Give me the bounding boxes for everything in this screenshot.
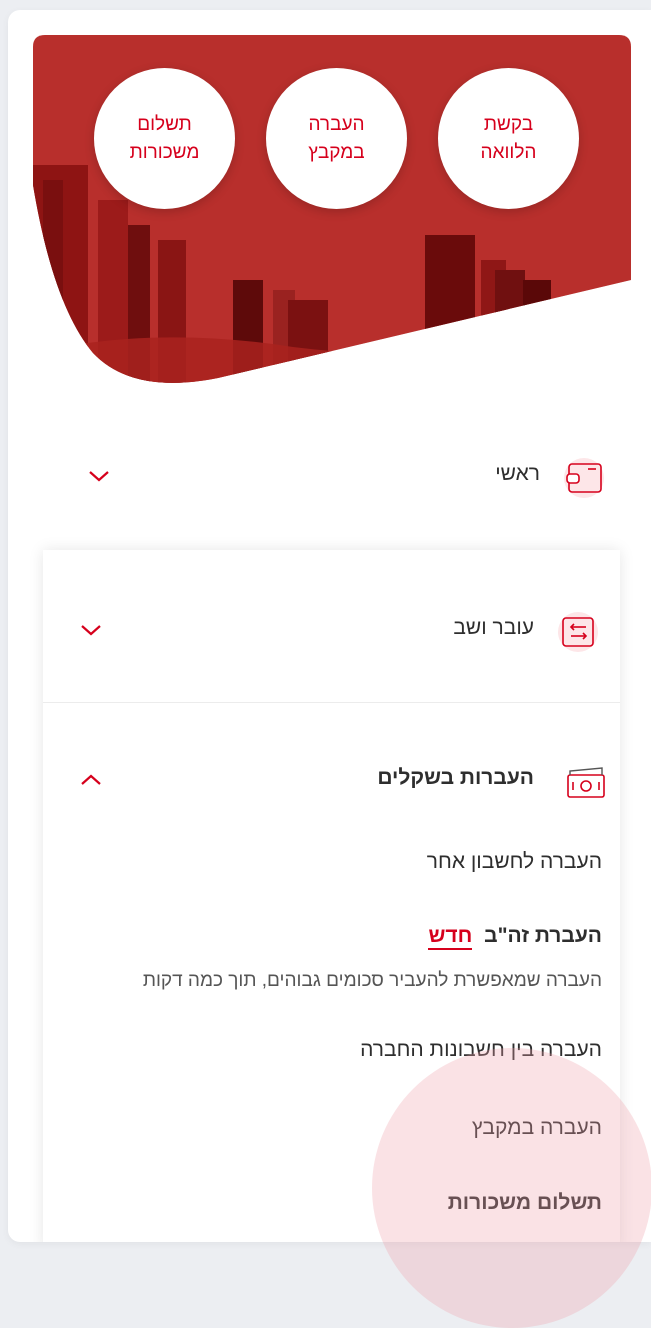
quick-action-loan-request[interactable]: בקשת הלוואה xyxy=(438,68,579,209)
submenu-between-company-accounts[interactable]: העברה בין חשבונות החברה xyxy=(360,1038,602,1062)
submenu-rtgs-transfer[interactable]: העברת זה"ב חדש xyxy=(428,924,602,950)
chevron-down-icon xyxy=(89,471,109,482)
nav-item-current-account-label: עובר ושב xyxy=(453,616,534,639)
submenu-bulk-transfer[interactable]: העברה במקבץ xyxy=(472,1116,602,1140)
menu-divider xyxy=(43,702,620,703)
quick-action-bulk-transfer[interactable]: העברה במקבץ xyxy=(266,68,407,209)
nav-menu-card: עובר ושב העברות בשקלים העברה לחשבון אחר … xyxy=(43,550,620,1242)
submenu-transfer-other-account[interactable]: העברה לחשבון אחר xyxy=(427,850,602,874)
rtgs-transfer-description: העברה שמאפשרת להעביר סכומים גבוהים, תוך … xyxy=(142,970,602,991)
side-menu-panel: בקשת הלוואה העברה במקבץ תשלום משכורות רא… xyxy=(8,10,651,1242)
nav-item-home-label: ראשי xyxy=(495,462,540,485)
transfer-arrows-icon xyxy=(558,612,598,652)
quick-action-salary-payment[interactable]: תשלום משכורות xyxy=(94,68,235,209)
rtgs-transfer-label: העברת זה"ב xyxy=(484,924,602,947)
hero-banner: בקשת הלוואה העברה במקבץ תשלום משכורות xyxy=(33,35,631,390)
wallet-icon xyxy=(564,458,604,498)
nav-item-shekel-transfers[interactable]: העברות בשקלים xyxy=(43,750,620,810)
nav-item-current-account[interactable]: עובר ושב xyxy=(43,600,620,660)
chevron-down-icon xyxy=(81,625,101,636)
nav-item-home[interactable]: ראשי xyxy=(43,446,628,506)
cash-icon xyxy=(562,762,605,802)
new-badge: חדש xyxy=(428,924,473,950)
chevron-up-icon xyxy=(81,774,101,785)
submenu-salary-payment[interactable]: תשלום משכורות xyxy=(448,1191,602,1215)
nav-item-shekel-transfers-label: העברות בשקלים xyxy=(377,766,534,789)
